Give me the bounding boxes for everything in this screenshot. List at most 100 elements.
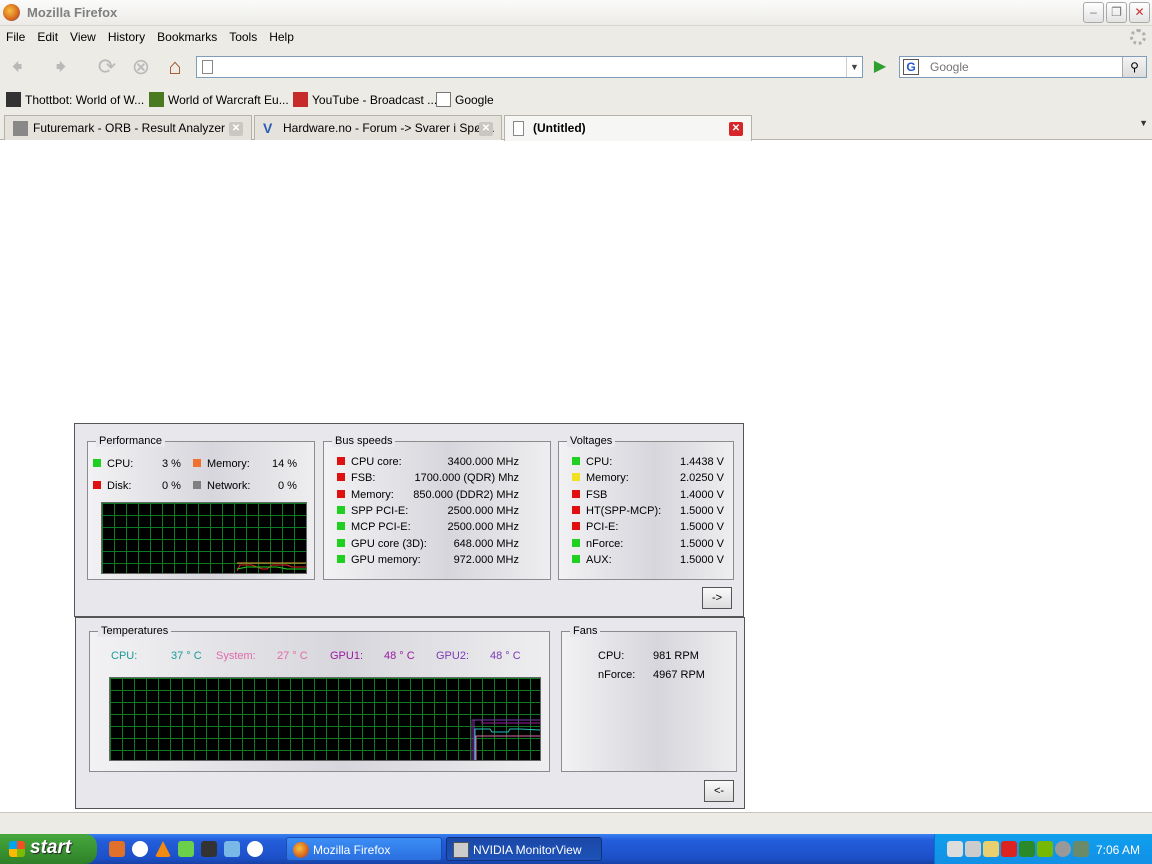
bus-row-label: FSB: (337, 472, 375, 484)
maximize-button[interactable]: ❐ (1106, 2, 1127, 23)
url-bar[interactable]: ▼ (196, 56, 863, 78)
bookmark-thottbot[interactable]: Thottbot: World of W... (6, 92, 144, 107)
close-button[interactable]: ✕ (1129, 2, 1150, 23)
voltage-status-icon (572, 505, 580, 514)
search-box[interactable]: G ⚲ (899, 56, 1147, 78)
bus-row-label: SPP PCI-E: (337, 505, 408, 517)
temp-gpu2-value: 48 ° C (490, 650, 521, 662)
vlc-icon[interactable] (155, 841, 171, 857)
tab-futuremark[interactable]: Futuremark - ORB - Result Analyzer ✕ (4, 115, 252, 140)
performance-graph-lines (236, 562, 306, 572)
next-page-button[interactable]: -> (702, 587, 732, 609)
bus-row-value: 648.000 MHz (453, 537, 519, 550)
url-dropdown-icon[interactable]: ▼ (846, 57, 862, 77)
google-engine-icon[interactable]: G (903, 59, 919, 75)
perf-cpu-label: CPU: (107, 458, 134, 470)
tray-network-icon[interactable] (965, 841, 981, 857)
menu-bookmarks[interactable]: Bookmarks (151, 26, 223, 44)
temp-system-value: 27 ° C (277, 650, 308, 662)
tab-untitled[interactable]: (Untitled) ✕ (504, 115, 752, 141)
go-button[interactable]: ▶ (870, 57, 890, 77)
voltage-status-icon (572, 538, 580, 547)
page-icon (513, 121, 524, 136)
monitorview-panel-bottom: Temperatures CPU: 37 ° C System: 27 ° C … (75, 617, 745, 809)
temp-gpu1-value: 48 ° C (384, 650, 415, 662)
steam-icon[interactable] (201, 841, 217, 857)
perf-disk-label: Disk: (107, 480, 132, 492)
disk-legend-icon (93, 481, 101, 489)
fans-group: Fans CPU: 981 RPM nForce: 4967 RPM (561, 625, 737, 772)
utility-icon[interactable] (178, 841, 194, 857)
taskbar: start Mozilla Firefox NVIDIA MonitorView… (0, 834, 1152, 864)
bookmark-google[interactable]: Google (436, 92, 494, 107)
bookmark-wow-eu[interactable]: World of Warcraft Eu... (149, 92, 289, 107)
voltage-row-value: 1.5000 V (679, 504, 724, 517)
menu-history[interactable]: History (102, 26, 151, 44)
tray-nvidia-icon[interactable] (1037, 841, 1053, 857)
menu-bar: File Edit View History Bookmarks Tools Help (0, 26, 1152, 48)
page-icon (202, 60, 213, 74)
tray-razer-icon[interactable] (1019, 841, 1035, 857)
temp-gpu2-label: GPU2: (436, 650, 470, 662)
forward-arrow-icon[interactable]: 🠺 (48, 55, 74, 81)
voltage-row-label: nForce: (572, 538, 623, 550)
search-magnifier-icon[interactable]: ⚲ (1122, 57, 1146, 77)
menu-file[interactable]: File (0, 26, 31, 44)
internet-explorer-icon[interactable] (247, 841, 263, 857)
voltage-status-icon (572, 473, 580, 482)
network-app-icon[interactable] (224, 841, 240, 857)
bookmark-youtube[interactable]: YouTube - Broadcast ... (293, 92, 437, 107)
tray-security-icon[interactable] (1001, 841, 1017, 857)
menu-help[interactable]: Help (263, 26, 300, 44)
firefox-quicklaunch-icon[interactable] (109, 841, 125, 857)
back-arrow-icon[interactable]: 🠸 (4, 55, 30, 81)
list-all-tabs-icon[interactable]: ▼ (1139, 118, 1148, 128)
tray-volume-icon[interactable] (983, 841, 999, 857)
bus-status-icon (337, 554, 345, 563)
cpu-legend-icon (93, 459, 101, 467)
tab-bar: Futuremark - ORB - Result Analyzer ✕ V H… (0, 112, 1152, 141)
performance-group: Performance CPU: 3 % Memory: 14 % Disk: … (87, 435, 315, 580)
tray-update-icon[interactable] (1055, 841, 1071, 857)
window-title: Mozilla Firefox (27, 5, 118, 20)
menu-view[interactable]: View (64, 26, 102, 44)
media-player-icon[interactable] (132, 841, 148, 857)
stop-icon[interactable]: ⊗ (128, 55, 154, 81)
tab-hardware-no[interactable]: V Hardware.no - Forum -> Svarer i Spør..… (254, 115, 502, 140)
bus-status-icon (337, 538, 345, 547)
home-icon[interactable]: ⌂ (162, 55, 188, 81)
start-button[interactable]: start (0, 834, 97, 864)
tab-close-icon[interactable]: ✕ (229, 122, 243, 136)
monitorview-app-icon (453, 842, 469, 858)
performance-graph (101, 502, 307, 574)
reload-icon[interactable]: ⟳ (94, 55, 120, 81)
voltage-row-label: Memory: (572, 472, 629, 484)
bus-speeds-title: Bus speeds (332, 435, 396, 447)
voltage-status-icon (572, 522, 580, 531)
voltage-row-label: PCI-E: (572, 521, 618, 533)
bus-status-icon (337, 489, 345, 498)
taskbar-button-nvidia-monitorview[interactable]: NVIDIA MonitorView (446, 837, 602, 861)
network-legend-icon (193, 481, 201, 489)
previous-page-button[interactable]: <- (704, 780, 734, 802)
bus-row-value: 2500.000 MHz (447, 521, 519, 534)
search-input[interactable] (930, 59, 1120, 75)
voltage-row-value: 1.5000 V (679, 521, 724, 534)
fans-title: Fans (570, 625, 601, 637)
temperature-graph (109, 677, 541, 761)
tray-device-icon[interactable] (947, 841, 963, 857)
tray-app-icon[interactable] (1073, 841, 1089, 857)
menu-edit[interactable]: Edit (31, 26, 64, 44)
menu-tools[interactable]: Tools (223, 26, 263, 44)
bus-row-value: 850.000 (DDR2) MHz (413, 488, 519, 501)
start-label: start (30, 837, 72, 858)
bus-row-value: 3400.000 MHz (447, 456, 519, 468)
taskbar-button-firefox[interactable]: Mozilla Firefox (286, 837, 442, 861)
minimize-button[interactable]: – (1083, 2, 1104, 23)
bus-row-label: Memory: (337, 489, 394, 501)
tab-close-icon[interactable]: ✕ (479, 122, 493, 136)
temp-cpu-label: CPU: (111, 650, 138, 662)
perf-cpu-value: 3 % (162, 458, 181, 470)
temp-gpu1-label: GPU1: (330, 650, 364, 662)
tab-close-icon[interactable]: ✕ (729, 122, 743, 136)
